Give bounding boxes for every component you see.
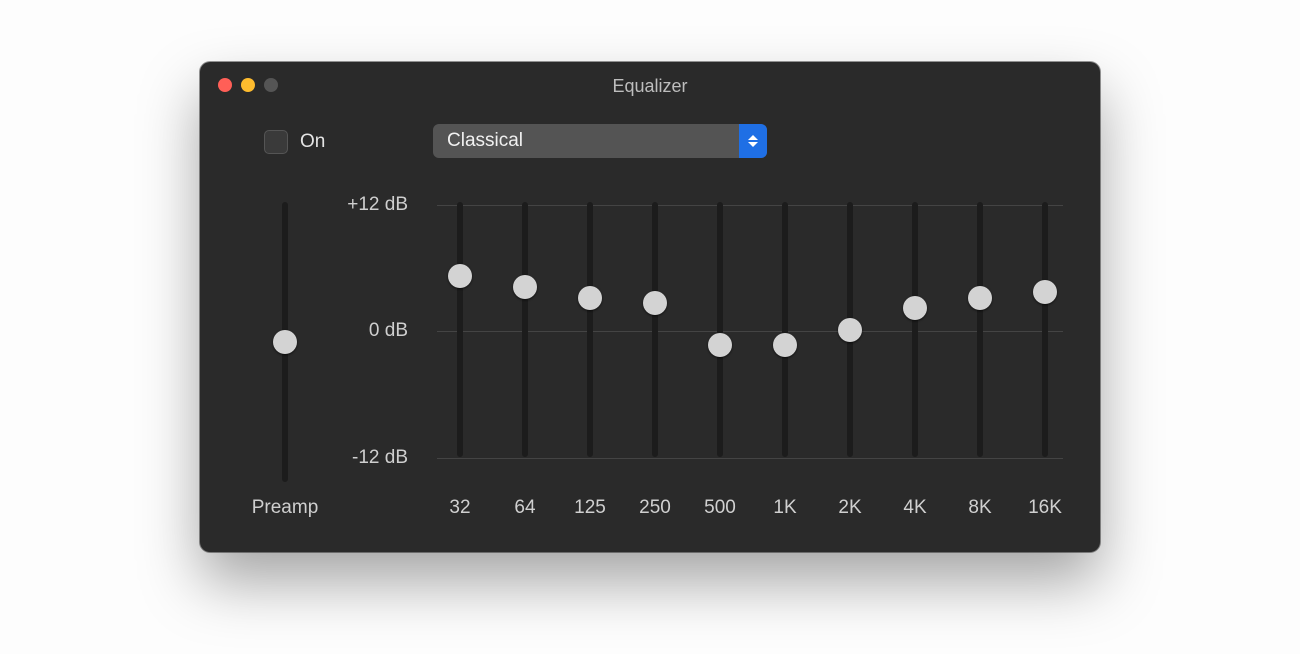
band-knob[interactable]	[448, 264, 472, 288]
band-slider-125[interactable]	[560, 192, 620, 517]
band-label-125: 125	[560, 497, 620, 519]
scale-label-plus: +12 dB	[328, 194, 408, 216]
band-knob[interactable]	[1033, 280, 1057, 304]
band-track	[717, 202, 723, 457]
band-track	[977, 202, 983, 457]
scale-label-zero: 0 dB	[328, 320, 408, 342]
band-slider-500[interactable]	[690, 192, 750, 517]
preset-select[interactable]: Classical	[433, 124, 767, 158]
band-knob[interactable]	[578, 286, 602, 310]
band-knob[interactable]	[838, 318, 862, 342]
band-track	[457, 202, 463, 457]
band-track	[652, 202, 658, 457]
preamp-knob[interactable]	[273, 330, 297, 354]
band-slider-1K[interactable]	[755, 192, 815, 517]
band-label-250: 250	[625, 497, 685, 519]
band-label-1K: 1K	[755, 497, 815, 519]
controls-row: On Classical	[200, 124, 1100, 164]
band-slider-16K[interactable]	[1015, 192, 1075, 517]
band-knob[interactable]	[903, 296, 927, 320]
on-toggle[interactable]: On	[264, 130, 325, 154]
band-knob[interactable]	[513, 275, 537, 299]
band-track	[782, 202, 788, 457]
chevron-up-icon	[748, 135, 758, 140]
band-label-500: 500	[690, 497, 750, 519]
window-title: Equalizer	[200, 76, 1100, 97]
band-slider-2K[interactable]	[820, 192, 880, 517]
band-track	[587, 202, 593, 457]
equalizer-window: Equalizer On Classical +12 dB 0 dB -12 dB P…	[200, 62, 1100, 552]
band-label-64: 64	[495, 497, 555, 519]
preamp-label: Preamp	[240, 497, 330, 519]
band-slider-32[interactable]	[430, 192, 490, 517]
on-label: On	[300, 131, 325, 153]
band-slider-8K[interactable]	[950, 192, 1010, 517]
band-label-4K: 4K	[885, 497, 945, 519]
equalizer-area: +12 dB 0 dB -12 dB Preamp 32641252505001K2K4…	[200, 192, 1100, 552]
chevron-down-icon	[748, 142, 758, 147]
scale-label-minus: -12 dB	[328, 447, 408, 469]
band-track	[912, 202, 918, 457]
titlebar: Equalizer	[200, 62, 1100, 108]
band-label-8K: 8K	[950, 497, 1010, 519]
band-knob[interactable]	[773, 333, 797, 357]
band-label-32: 32	[430, 497, 490, 519]
band-slider-4K[interactable]	[885, 192, 945, 517]
on-checkbox[interactable]	[264, 130, 288, 154]
band-label-16K: 16K	[1015, 497, 1075, 519]
band-track	[522, 202, 528, 457]
band-knob[interactable]	[643, 291, 667, 315]
preset-selected-label: Classical	[447, 130, 523, 152]
band-slider-64[interactable]	[495, 192, 555, 517]
band-label-2K: 2K	[820, 497, 880, 519]
band-track	[1042, 202, 1048, 457]
preamp-slider[interactable]	[255, 192, 315, 542]
preset-stepper[interactable]	[739, 124, 767, 158]
band-knob[interactable]	[968, 286, 992, 310]
band-slider-250[interactable]	[625, 192, 685, 517]
band-knob[interactable]	[708, 333, 732, 357]
